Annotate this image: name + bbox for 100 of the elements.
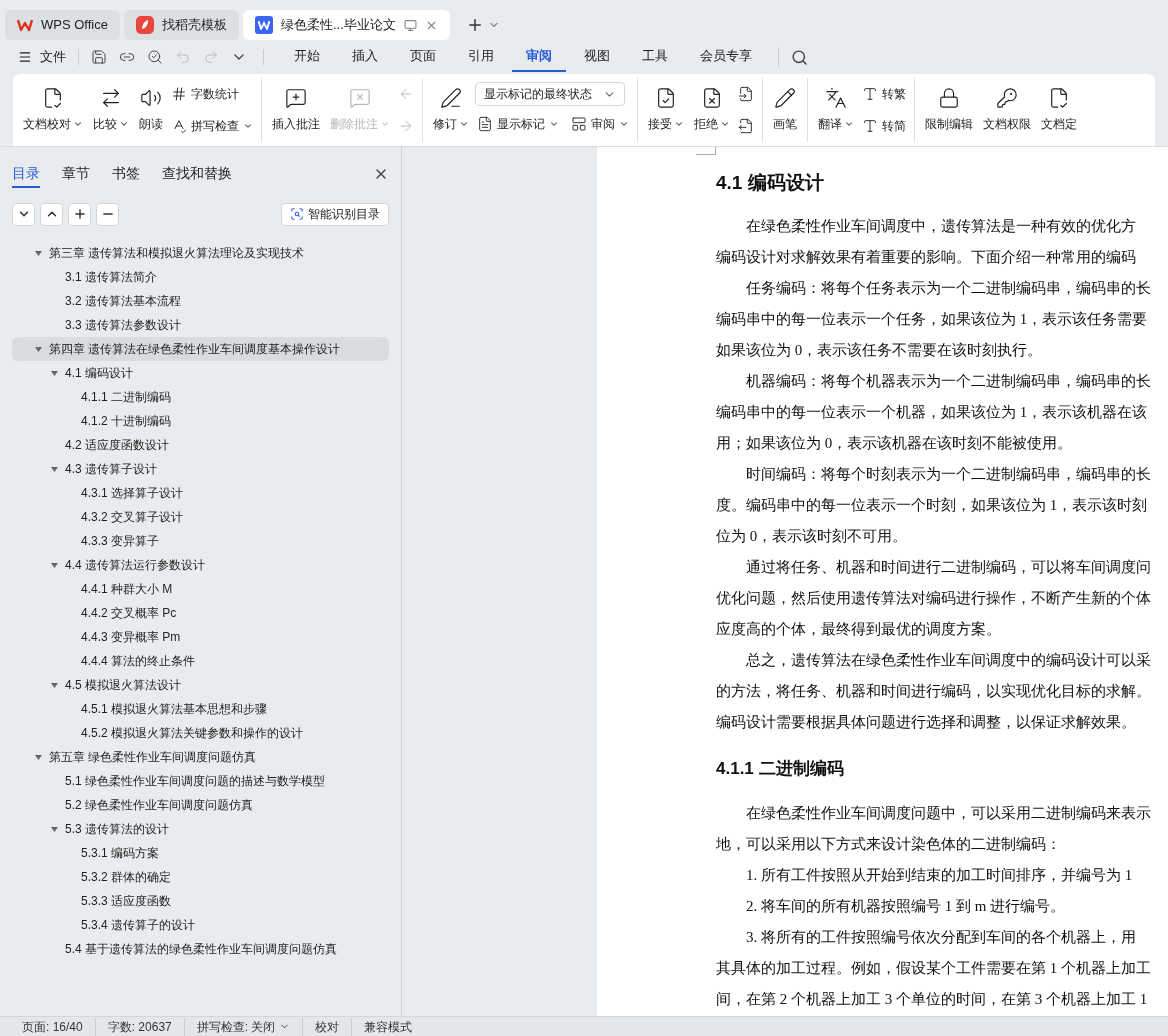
- outline-button[interactable]: [40, 202, 63, 226]
- toc-item[interactable]: 4.3.2 交叉算子设计: [12, 505, 389, 529]
- toc-item[interactable]: 4.2 适应度函数设计: [12, 433, 389, 457]
- ribbon-button[interactable]: 文档定: [1037, 87, 1081, 133]
- window-tab[interactable]: 绿色柔性...毕业论文: [242, 10, 450, 40]
- expand-triangle-icon[interactable]: [50, 368, 59, 378]
- toc-item[interactable]: 第五章 绿色柔性作业车间调度问题仿真: [12, 745, 389, 769]
- paragraph-line: 通过将任务、机器和时间进行二进制编码，可以将车间调度问: [745, 558, 1152, 578]
- file-menu-button[interactable]: 文件: [18, 47, 78, 67]
- toc-item[interactable]: 5.4 基于遗传算法的绿色柔性作业车间调度问题仿真: [12, 937, 389, 961]
- caret-icon: [674, 119, 684, 129]
- menu-tab[interactable]: 插入: [338, 42, 392, 72]
- toc-item[interactable]: 4.4.1 种群大小 M: [12, 577, 389, 601]
- ribbon-button[interactable]: 限制编辑: [921, 87, 977, 133]
- ribbon-button[interactable]: 插入批注: [268, 87, 324, 133]
- leaf-icon: [135, 16, 154, 34]
- toc-item[interactable]: 4.4.4 算法的终止条件: [12, 649, 389, 673]
- toc-item[interactable]: 4.4.2 交叉概率 Pc: [12, 601, 389, 625]
- toc-item[interactable]: 4.5.1 模拟退火算法基本思想和步骤: [12, 697, 389, 721]
- ribbon-button[interactable]: 接受: [644, 87, 688, 133]
- outline-button[interactable]: [12, 202, 35, 226]
- ribbon-button[interactable]: 显示标记: [475, 110, 561, 138]
- menu-tab[interactable]: 引用: [454, 42, 508, 72]
- toc-item[interactable]: 3.2 遗传算法基本流程: [12, 289, 389, 313]
- ribbon-button[interactable]: 画笔: [769, 87, 801, 133]
- save-icon[interactable]: [91, 49, 107, 65]
- pane-tab[interactable]: 书签: [112, 160, 140, 188]
- expand-triangle-icon[interactable]: [34, 344, 43, 354]
- status-item[interactable]: 兼容模式: [352, 1017, 425, 1036]
- status-item[interactable]: 字数: 20637: [95, 1017, 185, 1036]
- status-item[interactable]: 拼写检查: 关闭: [184, 1017, 304, 1036]
- ribbon-button[interactable]: 文档权限: [979, 87, 1035, 133]
- toc-item[interactable]: 3.1 遗传算法简介: [12, 265, 389, 289]
- outline-button[interactable]: [68, 202, 91, 226]
- status-item[interactable]: 校对: [303, 1017, 353, 1036]
- pane-tab[interactable]: 查找和替换: [162, 160, 232, 188]
- caret-icon: [844, 119, 854, 129]
- outline-button[interactable]: [96, 202, 119, 226]
- ribbon-button[interactable]: 翻译: [814, 87, 858, 133]
- expand-triangle-icon[interactable]: [50, 680, 59, 690]
- pane-tab[interactable]: 目录: [12, 160, 40, 188]
- caret-icon: [73, 119, 83, 129]
- ribbon-button[interactable]: 朗读: [135, 87, 167, 133]
- toc-item[interactable]: 4.5 模拟退火算法设计: [12, 673, 389, 697]
- toc-item[interactable]: 4.1.1 二进制编码: [12, 385, 389, 409]
- menu-tab[interactable]: 开始: [280, 42, 334, 72]
- status-item[interactable]: 页面: 16/40: [10, 1017, 96, 1036]
- paragraph-line: 地，可以采用以下方式来设计染色体的二进制编码：: [716, 835, 1062, 855]
- toc-item[interactable]: 4.4 遗传算法运行参数设计: [12, 553, 389, 577]
- toc-item[interactable]: 4.3 遗传算子设计: [12, 457, 389, 481]
- print-preview-icon[interactable]: [147, 49, 163, 65]
- paragraph-line: 任务编码：将每个任务表示为一个二进制编码串，编码串的长: [745, 279, 1152, 299]
- ribbon-button[interactable]: 字数统计: [169, 80, 255, 108]
- ribbon-button[interactable]: 比较: [89, 87, 133, 133]
- ribbon-icon: [42, 87, 64, 109]
- ribbon-button[interactable]: 修订: [429, 87, 473, 133]
- toc-item[interactable]: 4.3.1 选择算子设计: [12, 481, 389, 505]
- expand-triangle-icon[interactable]: [50, 464, 59, 474]
- menu-tab[interactable]: 页面: [396, 42, 450, 72]
- markup-select[interactable]: 显示标记的最终状态: [475, 82, 625, 106]
- expand-triangle-icon[interactable]: [50, 824, 59, 834]
- toc-item[interactable]: 4.1.2 十进制编码: [12, 409, 389, 433]
- logo-icon: [17, 18, 33, 32]
- ribbon-icon: [171, 118, 187, 134]
- ribbon-button[interactable]: 转简: [860, 112, 908, 140]
- ribbon-button[interactable]: 文档校对: [19, 87, 87, 133]
- expand-triangle-icon[interactable]: [34, 248, 43, 258]
- toc-item[interactable]: 5.1 绿色柔性作业车间调度问题的描述与数学模型: [12, 769, 389, 793]
- toc-item[interactable]: 4.3.3 变异算子: [12, 529, 389, 553]
- toc-item[interactable]: 5.3.4 遗传算子的设计: [12, 913, 389, 937]
- smart-toc-button[interactable]: 智能识别目录: [281, 202, 389, 226]
- menu-tab[interactable]: 审阅: [512, 42, 566, 72]
- toc-item[interactable]: 3.3 遗传算法参数设计: [12, 313, 389, 337]
- search-icon[interactable]: [791, 48, 808, 66]
- window-tab[interactable]: WPS Office: [5, 10, 120, 40]
- toc-item[interactable]: 5.2 绿色柔性作业车间调度问题仿真: [12, 793, 389, 817]
- monitor-icon[interactable]: [403, 18, 417, 32]
- toc-item[interactable]: 5.3.1 编码方案: [12, 841, 389, 865]
- toc-item[interactable]: 5.3.3 适应度函数: [12, 889, 389, 913]
- menu-tab[interactable]: 会员专享: [686, 42, 766, 72]
- ribbon-button[interactable]: 审阅: [569, 110, 631, 138]
- toc-item[interactable]: 4.4.3 变异概率 Pm: [12, 625, 389, 649]
- ribbon-icon: [701, 87, 723, 109]
- expand-triangle-icon[interactable]: [34, 752, 43, 762]
- window-tab[interactable]: 找稻壳模板: [123, 10, 239, 40]
- pane-tab[interactable]: 章节: [62, 160, 90, 188]
- menu-tab[interactable]: 工具: [628, 42, 682, 72]
- menu-tab[interactable]: 视图: [570, 42, 624, 72]
- toc-item[interactable]: 4.5.2 模拟退火算法关键参数和操作的设计: [12, 721, 389, 745]
- toc-item[interactable]: 4.1 编码设计: [12, 361, 389, 385]
- paragraph-line: 机器编码：将每个机器表示为一个二进制编码串，编码串的长: [745, 372, 1152, 392]
- toc-item[interactable]: 第三章 遗传算法和模拟退火算法理论及实现技术: [12, 241, 389, 265]
- expand-triangle-icon[interactable]: [50, 560, 59, 570]
- ribbon-button[interactable]: 拒绝: [690, 87, 734, 133]
- toc-item[interactable]: 第四章 遗传算法在绿色柔性作业车间调度基本操作设计: [12, 337, 389, 361]
- toc-item[interactable]: 5.3 遗传算法的设计: [12, 817, 389, 841]
- ribbon-button[interactable]: 转繁: [860, 80, 908, 108]
- toc-item[interactable]: 5.3.2 群体的确定: [12, 865, 389, 889]
- ribbon-button[interactable]: 拼写检查: [169, 112, 255, 140]
- paragraph-line: 编码设计需要根据具体问题进行选择和调整，以保证求解效果。: [716, 713, 1137, 733]
